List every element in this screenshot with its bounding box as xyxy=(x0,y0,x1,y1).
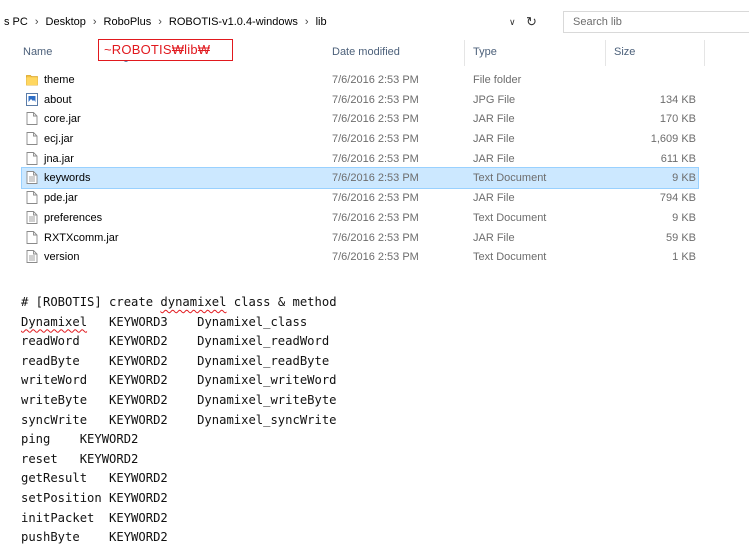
chevron-right-icon[interactable]: › xyxy=(30,16,44,28)
file-date-modified: 7/6/2016 2:53 PM xyxy=(332,133,419,146)
file-name: version xyxy=(44,251,80,264)
file-name: pde.jar xyxy=(44,192,78,205)
chevron-right-icon[interactable]: › xyxy=(300,16,314,28)
file-type: Text Document xyxy=(473,172,547,185)
file-name: keywords xyxy=(44,172,91,185)
search-box[interactable]: Search lib xyxy=(563,11,749,33)
chevron-down-icon[interactable]: ∨ xyxy=(509,17,516,28)
code-line: reset KEYWORD2 xyxy=(21,451,139,466)
code-line: syncWrite KEYWORD2 Dynamixel_syncWrite xyxy=(21,412,337,427)
file-row[interactable]: jna.jar 7/6/2016 2:53 PM JAR File 611 KB xyxy=(22,149,698,169)
file-type: JAR File xyxy=(473,152,515,165)
file-date-modified: 7/6/2016 2:53 PM xyxy=(332,211,419,224)
file-row[interactable]: preferences 7/6/2016 2:53 PM Text Document… xyxy=(22,208,698,228)
file-type: JAR File xyxy=(473,133,515,146)
file-date-modified: 7/6/2016 2:53 PM xyxy=(332,152,419,165)
file-date-modified: 7/6/2016 2:53 PM xyxy=(332,192,419,205)
code-line: writeWord KEYWORD2 Dynamixel_writeWord xyxy=(21,373,337,388)
file-type: JAR File xyxy=(473,113,515,126)
file-size: 1 KB xyxy=(672,251,696,264)
file-row[interactable]: about 7/6/2016 2:53 PM JPG File 134 KB xyxy=(22,90,698,110)
code-line: # [ROBOTIS] create dynamixel class & met… xyxy=(21,295,337,309)
column-divider[interactable] xyxy=(704,40,705,66)
file-name: jna.jar xyxy=(44,152,74,165)
column-divider[interactable] xyxy=(605,40,606,66)
file-size: 794 KB xyxy=(659,192,696,205)
path-annotation: ~ROBOTIS₩lib₩ xyxy=(98,39,233,61)
code-line: readByte KEYWORD2 Dynamixel_readByte xyxy=(21,353,330,368)
column-type[interactable]: Type xyxy=(473,46,497,58)
file-name: ecj.jar xyxy=(44,133,74,146)
file-size: 611 KB xyxy=(660,152,696,165)
file-row[interactable]: pde.jar 7/6/2016 2:53 PM JAR File 794 KB xyxy=(22,188,698,208)
file-row[interactable]: version 7/6/2016 2:53 PM Text Document 1 KB xyxy=(22,247,698,267)
search-input[interactable]: Search lib xyxy=(573,16,622,28)
file-type: Text Document xyxy=(473,211,547,224)
code-line: setPosition KEYWORD2 xyxy=(21,490,168,505)
breadcrumb-item-desktop[interactable]: Desktop xyxy=(44,16,88,28)
code-line: Dynamixel KEYWORD3 Dynamixel_class xyxy=(21,314,308,329)
file-type: File folder xyxy=(473,74,522,86)
code-line: ping KEYWORD2 xyxy=(21,432,139,447)
breadcrumb-item-roboplus[interactable]: RoboPlus xyxy=(102,16,154,28)
file-type: Text Document xyxy=(473,251,547,264)
file-name: RXTXcomm.jar xyxy=(44,231,119,244)
file-name: theme xyxy=(44,74,75,86)
spellcheck-underline: Dynamixel xyxy=(21,314,88,329)
code-line: readWord KEYWORD2 Dynamixel_readWord xyxy=(21,334,330,349)
breadcrumb-item-robotis[interactable]: ROBOTIS-v1.0.4-windows xyxy=(167,16,300,28)
chevron-right-icon[interactable]: › xyxy=(88,16,102,28)
file-row[interactable]: RXTXcomm.jar 7/6/2016 2:53 PM JAR File 59 K… xyxy=(22,228,698,248)
file-size: 134 KB xyxy=(659,93,696,106)
code-line: getResult KEYWORD2 xyxy=(21,471,168,486)
breadcrumb-item-lib[interactable]: lib xyxy=(314,16,329,28)
file-size: 9 KB xyxy=(672,211,696,224)
file-date-modified: 7/6/2016 2:53 PM xyxy=(332,172,419,185)
file-type: JAR File xyxy=(473,231,515,244)
column-name[interactable]: Name xyxy=(23,46,52,58)
file-list: theme 7/6/2016 2:53 PM File folder about 7/6… xyxy=(21,70,699,267)
file-date-modified: 7/6/2016 2:53 PM xyxy=(332,93,419,106)
code-line: initPacket KEYWORD2 xyxy=(21,510,168,525)
breadcrumb: s PC › Desktop › RoboPlus › ROBOTIS-v1.0… xyxy=(2,13,329,31)
file-date-modified: 7/6/2016 2:53 PM xyxy=(332,251,419,264)
file-size: 9 KB xyxy=(672,172,696,185)
file-size: 1,609 KB xyxy=(650,133,696,146)
file-name: core.jar xyxy=(44,113,81,126)
file-row[interactable]: core.jar 7/6/2016 2:53 PM JAR File 170 KB xyxy=(22,109,698,129)
address-bar: s PC › Desktop › RoboPlus › ROBOTIS-v1.0… xyxy=(0,0,749,36)
keywords-file-content: # [ROBOTIS] create dynamixel class & met… xyxy=(21,293,337,548)
code-line: pushByte KEYWORD2 xyxy=(21,530,168,545)
file-date-modified: 7/6/2016 2:53 PM xyxy=(332,231,419,244)
column-date-modified[interactable]: Date modified xyxy=(332,46,400,58)
file-type: JPG File xyxy=(473,93,516,106)
code-line: writeByte KEYWORD2 Dynamixel_writeByte xyxy=(21,392,337,407)
file-date-modified: 7/6/2016 2:53 PM xyxy=(332,74,419,86)
file-type: JAR File xyxy=(473,192,515,205)
column-divider[interactable] xyxy=(464,40,465,66)
file-date-modified: 7/6/2016 2:53 PM xyxy=(332,113,419,126)
file-name: preferences xyxy=(44,211,103,224)
column-size[interactable]: Size xyxy=(614,46,635,58)
refresh-icon[interactable]: ↻ xyxy=(526,14,537,30)
chevron-right-icon[interactable]: › xyxy=(153,16,167,28)
breadcrumb-item-pc[interactable]: s PC xyxy=(2,16,30,28)
file-row[interactable]: theme 7/6/2016 2:53 PM File folder xyxy=(22,70,698,90)
file-size: 59 KB xyxy=(666,231,696,244)
spellcheck-underline: dynamixel xyxy=(160,295,227,309)
file-size: 170 KB xyxy=(659,113,696,126)
file-name: about xyxy=(44,93,72,106)
file-row[interactable]: ecj.jar 7/6/2016 2:53 PM JAR File 1,609 KB xyxy=(22,129,698,149)
file-row[interactable]: keywords 7/6/2016 2:53 PM Text Document 9 K… xyxy=(21,167,699,190)
